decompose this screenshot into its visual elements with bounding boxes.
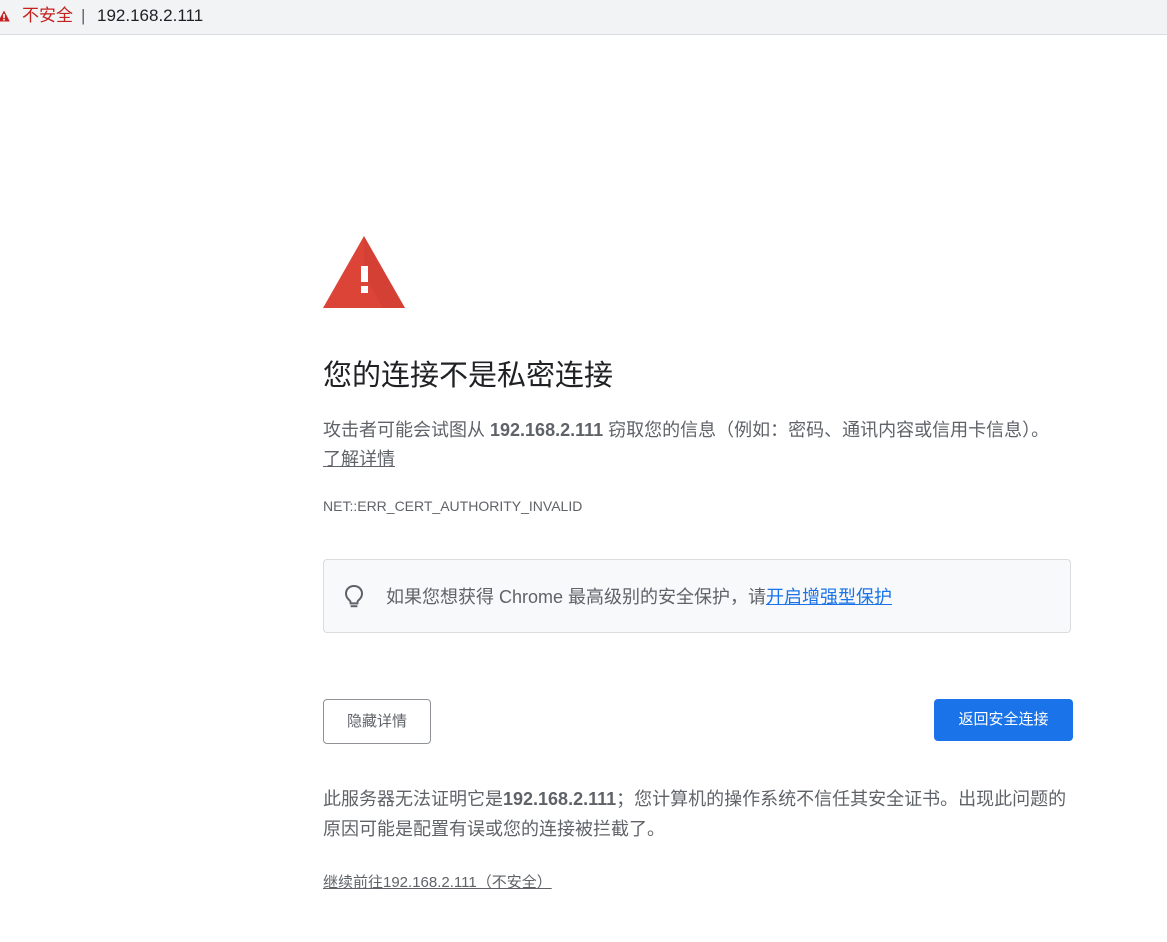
page-title: 您的连接不是私密连接	[323, 360, 614, 392]
warning-triangle-icon[interactable]	[0, 10, 10, 22]
details-paragraph: 此服务器无法证明它是192.168.2.111；您计算机的操作系统不信任其安全证…	[323, 784, 1068, 844]
explanation-paragraph: 攻击者可能会试图从 192.168.2.111 窃取您的信息（例如：密码、通讯内…	[323, 416, 1053, 474]
explanation-host: 192.168.2.111	[490, 420, 604, 440]
learn-more-link[interactable]: 了解详情	[323, 449, 395, 469]
hide-details-button[interactable]: 隐藏详情	[323, 699, 431, 744]
enhanced-protection-link[interactable]: 开启增强型保护	[766, 587, 892, 607]
back-to-safety-button[interactable]: 返回安全连接	[934, 699, 1073, 741]
explanation-text-before: 攻击者可能会试图从	[323, 420, 491, 440]
promo-message: 如果您想获得 Chrome 最高级别的安全保护，请	[386, 587, 767, 607]
error-code: NET::ERR_CERT_AUTHORITY_INVALID	[323, 498, 583, 514]
enhanced-protection-promo: 如果您想获得 Chrome 最高级别的安全保护，请开启增强型保护	[323, 559, 1071, 633]
details-text-before: 此服务器无法证明它是	[323, 789, 503, 809]
lightbulb-icon	[344, 584, 364, 608]
address-separator: |	[81, 6, 86, 25]
proceed-unsafe-link[interactable]: 继续前往192.168.2.111（不安全）	[323, 873, 552, 893]
url-text[interactable]: 192.168.2.111	[97, 6, 203, 26]
not-secure-label[interactable]: 不安全	[22, 6, 73, 26]
explanation-text-after: 窃取您的信息（例如：密码、通讯内容或信用卡信息）。	[603, 420, 1050, 440]
details-host: 192.168.2.111	[503, 789, 617, 809]
promo-text: 如果您想获得 Chrome 最高级别的安全保护，请开启增强型保护	[386, 586, 892, 608]
address-bar[interactable]: 不安全 | 192.168.2.111	[0, 0, 1167, 35]
danger-triangle-icon	[323, 236, 405, 308]
